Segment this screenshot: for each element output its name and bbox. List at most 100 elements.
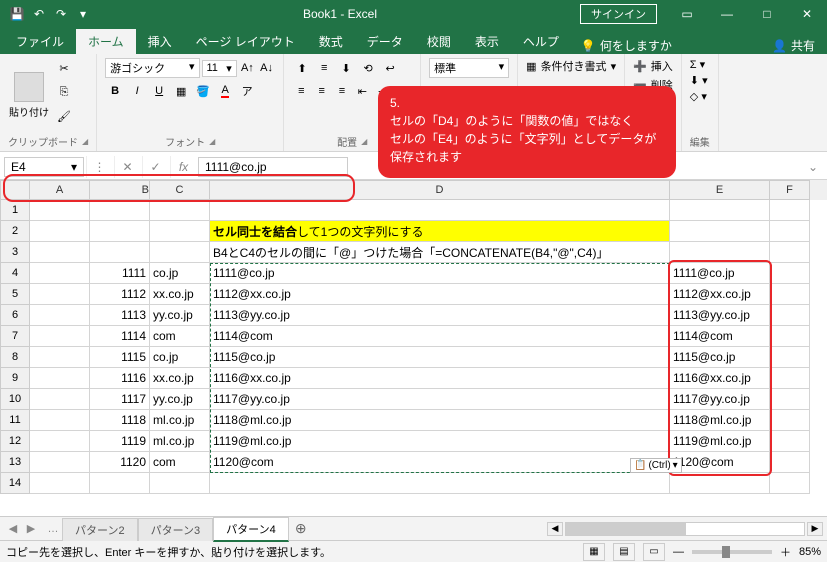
zoom-in-icon[interactable]: ＋ [780, 544, 791, 560]
name-box[interactable]: E4▾ [4, 157, 84, 177]
page-layout-view-icon[interactable]: ▤ [613, 543, 635, 561]
cell-e9[interactable]: 1116@xx.co.jp [670, 368, 770, 389]
cell-b9[interactable]: 1116 [90, 368, 150, 389]
tab-review[interactable]: 校閲 [415, 29, 463, 54]
number-format-select[interactable]: 標準▾ [429, 58, 509, 78]
cell-c11[interactable]: ml.co.jp [150, 410, 210, 431]
row-header[interactable]: 2 [0, 221, 30, 242]
enter-icon[interactable]: ✓ [142, 156, 168, 178]
row-header[interactable]: 1 [0, 200, 30, 221]
cells-insert-button[interactable]: ➕挿入 [633, 58, 673, 74]
redo-icon[interactable]: ↷ [52, 5, 70, 23]
scroll-left-icon[interactable]: ◀ [547, 522, 563, 536]
scroll-track[interactable] [565, 522, 805, 536]
cell-c6[interactable]: yy.co.jp [150, 305, 210, 326]
row-header[interactable]: 14 [0, 473, 30, 494]
font-size-select[interactable]: 11▾ [202, 60, 237, 77]
cell-c10[interactable]: yy.co.jp [150, 389, 210, 410]
shrink-font-icon[interactable]: A↓ [258, 58, 275, 78]
grow-font-icon[interactable]: A↑ [239, 58, 256, 78]
cell-b11[interactable]: 1118 [90, 410, 150, 431]
tab-layout[interactable]: ページ レイアウト [184, 29, 307, 54]
save-icon[interactable]: 💾 [8, 5, 26, 23]
cell-b13[interactable]: 1120 [90, 452, 150, 473]
cell-d13[interactable]: 1120@com [210, 452, 670, 473]
cell-c5[interactable]: xx.co.jp [150, 284, 210, 305]
col-header-e[interactable]: E [670, 180, 770, 200]
undo-icon[interactable]: ↶ [30, 5, 48, 23]
zoom-slider[interactable] [692, 550, 772, 554]
clear-button[interactable]: ◇ ▾ [690, 90, 710, 103]
align-launcher-icon[interactable]: ◢ [361, 137, 367, 146]
align-top-icon[interactable]: ⬆ [292, 58, 312, 78]
fx-icon[interactable]: fx [170, 156, 196, 178]
col-header-c[interactable]: C [150, 180, 210, 200]
col-header-d[interactable]: D [210, 180, 670, 200]
ribbon-options-icon[interactable]: ▭ [667, 0, 707, 28]
autosum-button[interactable]: Σ ▾ [690, 58, 710, 71]
tell-me[interactable]: 💡何をしますか [571, 37, 682, 54]
align-middle-icon[interactable]: ≡ [314, 58, 334, 78]
cell-e8[interactable]: 1115@co.jp [670, 347, 770, 368]
cell-d5[interactable]: 1112@xx.co.jp [210, 284, 670, 305]
formula-dropdown-icon[interactable]: ⋮ [86, 156, 112, 178]
font-launcher-icon[interactable]: ◢ [209, 137, 215, 146]
qat-customize-icon[interactable]: ▾ [74, 5, 92, 23]
cell-b12[interactable]: 1119 [90, 431, 150, 452]
fill-button[interactable]: ⬇ ▾ [690, 74, 710, 87]
sheet-nav-next-icon[interactable]: ▶ [22, 522, 40, 535]
cell-b5[interactable]: 1112 [90, 284, 150, 305]
share-button[interactable]: 👤共有 [760, 37, 827, 54]
formula-expand-icon[interactable]: ⌄ [803, 160, 823, 174]
cell-d8[interactable]: 1115@co.jp [210, 347, 670, 368]
phonetic-button[interactable]: ア [237, 81, 257, 101]
indent-dec-icon[interactable]: ⇤ [353, 81, 371, 101]
cancel-icon[interactable]: ✕ [114, 156, 140, 178]
tab-help[interactable]: ヘルプ [511, 29, 571, 54]
cell-d11[interactable]: 1118@ml.co.jp [210, 410, 670, 431]
border-button[interactable]: ▦ [171, 81, 191, 101]
tab-home[interactable]: ホーム [76, 29, 136, 54]
cell-e4[interactable]: 1111@co.jp [670, 263, 770, 284]
col-header-f[interactable]: F [770, 180, 810, 200]
cell-c12[interactable]: ml.co.jp [150, 431, 210, 452]
cell-c7[interactable]: com [150, 326, 210, 347]
row-header[interactable]: 5 [0, 284, 30, 305]
cell-c8[interactable]: co.jp [150, 347, 210, 368]
cell-b7[interactable]: 1114 [90, 326, 150, 347]
font-color-button[interactable]: A [215, 81, 235, 101]
worksheet-grid[interactable]: A B C D E F 1 2 3 4 5 6 7 8 9 10 11 12 1… [0, 180, 827, 516]
tab-view[interactable]: 表示 [463, 29, 511, 54]
orientation-icon[interactable]: ⟲ [358, 58, 378, 78]
tab-insert[interactable]: 挿入 [136, 29, 184, 54]
cell-e13[interactable]: 1120@com [670, 452, 770, 473]
row-header[interactable]: 6 [0, 305, 30, 326]
cell-e7[interactable]: 1114@com [670, 326, 770, 347]
cell-d9[interactable]: 1116@xx.co.jp [210, 368, 670, 389]
bold-button[interactable]: B [105, 81, 125, 101]
conditional-format-button[interactable]: ▦条件付き書式▾ [526, 58, 616, 74]
row-header[interactable]: 3 [0, 242, 30, 263]
tab-file[interactable]: ファイル [4, 29, 76, 54]
tab-formulas[interactable]: 数式 [307, 29, 355, 54]
cell-c4[interactable]: co.jp [150, 263, 210, 284]
sheet-tab-pattern3[interactable]: パターン3 [138, 518, 214, 541]
row-header[interactable]: 10 [0, 389, 30, 410]
underline-button[interactable]: U [149, 81, 169, 101]
row-header[interactable]: 12 [0, 431, 30, 452]
row-header[interactable]: 11 [0, 410, 30, 431]
clipboard-launcher-icon[interactable]: ◢ [82, 137, 88, 146]
cell-e10[interactable]: 1117@yy.co.jp [670, 389, 770, 410]
scroll-right-icon[interactable]: ▶ [807, 522, 823, 536]
minimize-button[interactable]: — [707, 0, 747, 28]
formula-input[interactable]: 1111@co.jp [198, 157, 348, 177]
sheet-tab-pattern4[interactable]: パターン4 [213, 517, 289, 542]
align-right-icon[interactable]: ≡ [333, 81, 351, 101]
zoom-level[interactable]: 85% [799, 546, 821, 558]
maximize-button[interactable]: □ [747, 0, 787, 28]
font-name-select[interactable]: 游ゴシック▾ [105, 58, 199, 78]
page-break-view-icon[interactable]: ▭ [643, 543, 665, 561]
format-painter-icon[interactable]: 🖌 [54, 106, 74, 126]
zoom-thumb[interactable] [722, 546, 730, 558]
align-left-icon[interactable]: ≡ [292, 81, 310, 101]
